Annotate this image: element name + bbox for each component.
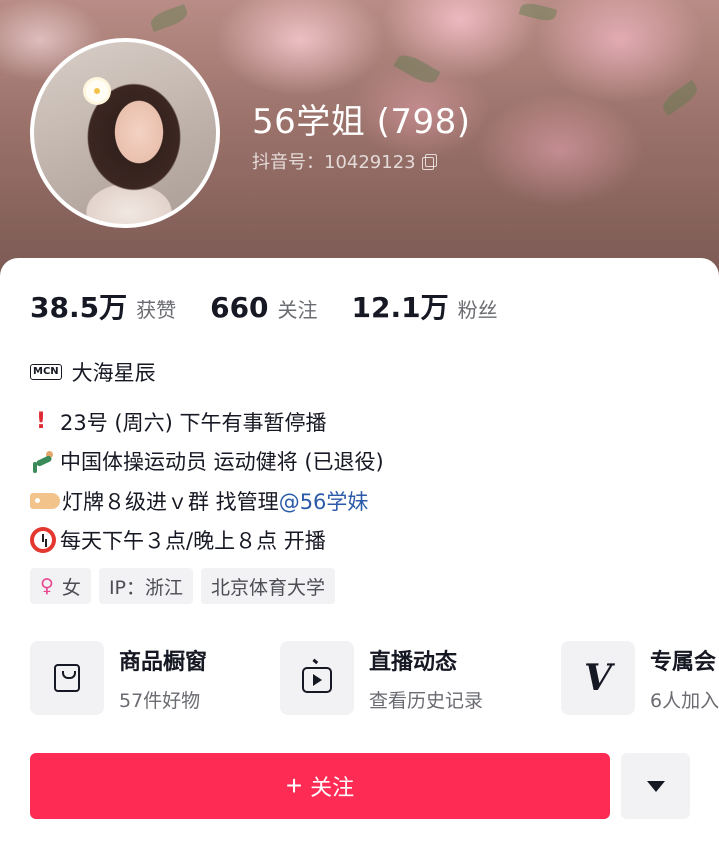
feature-subtitle: 6人加入 xyxy=(650,689,719,712)
stat-likes[interactable]: 38.5万 获赞 xyxy=(30,286,176,326)
bio: ! 23号 (周六) 下午有事暂停播 中国体操运动员 运动健将 (已退役) 灯牌… xyxy=(30,402,384,560)
feature-live-history[interactable]: 直播动态 查看历史记录 xyxy=(280,641,483,715)
profile-tags: ♀ 女 IP：浙江 北京体育大学 xyxy=(30,568,336,604)
stats-row: 38.5万 获赞 660 关注 12.1万 粉丝 xyxy=(30,286,532,326)
douyin-id[interactable]: 抖音号：10429123 xyxy=(252,148,437,174)
female-icon: ♀ xyxy=(40,575,54,597)
bio-line: 每天下午３点/晚上８点 开播 xyxy=(30,521,384,561)
avatar[interactable] xyxy=(30,38,220,228)
mention-link[interactable]: @56学妹 xyxy=(279,486,369,516)
v-badge-icon: V xyxy=(584,657,612,699)
tv-icon xyxy=(302,667,332,693)
alarm-clock-icon xyxy=(30,527,56,554)
stat-label: 关注 xyxy=(277,298,318,322)
feature-title: 专属会 xyxy=(650,649,717,675)
flower-decoration-icon xyxy=(86,80,108,102)
bio-text: 中国体操运动员 运动健将 (已退役) xyxy=(60,450,384,475)
bio-line: 中国体操运动员 运动健将 (已退役) xyxy=(30,442,384,482)
shopping-bag-icon xyxy=(54,664,80,692)
stat-label: 获赞 xyxy=(136,298,177,322)
stat-followers[interactable]: 12.1万 粉丝 xyxy=(352,286,498,326)
bio-text: 灯牌８级进ｖ群 找管理 xyxy=(62,489,279,514)
bio-text: 每天下午３点/晚上８点 开播 xyxy=(60,529,326,554)
bio-text: 23号 (周六) 下午有事暂停播 xyxy=(60,410,327,435)
copy-icon[interactable] xyxy=(421,154,437,170)
gender-label: 女 xyxy=(61,576,81,599)
gymnast-icon xyxy=(30,448,56,474)
mcn-name: 大海星辰 xyxy=(71,361,156,385)
feature-fan-club[interactable]: V 专属会 6人加入 xyxy=(561,641,719,715)
stat-value: 660 xyxy=(210,291,269,324)
follow-button[interactable]: + 关注 xyxy=(30,753,610,819)
feature-subtitle: 57件好物 xyxy=(119,689,201,712)
mcn-row[interactable]: MCN 大海星辰 xyxy=(30,357,156,387)
gender-chip: ♀ 女 xyxy=(30,568,91,604)
bio-line: ! 23号 (周六) 下午有事暂停播 xyxy=(30,402,384,442)
douyin-id-text: 抖音号：10429123 xyxy=(252,152,416,173)
stat-value: 38.5万 xyxy=(30,291,128,324)
stat-label: 粉丝 xyxy=(457,298,498,322)
ip-chip: IP：浙江 xyxy=(98,568,193,604)
stat-following[interactable]: 660 关注 xyxy=(210,291,317,324)
feature-entries: 商品橱窗 57件好物 直播动态 查看历史记录 V 专属会 6人加入 xyxy=(30,641,719,721)
caret-down-icon xyxy=(646,780,665,792)
stat-value: 12.1万 xyxy=(351,291,449,324)
exclamation-icon: ! xyxy=(36,409,47,435)
mcn-icon: MCN xyxy=(30,364,62,380)
feature-title: 商品橱窗 xyxy=(119,649,208,675)
more-options-button[interactable] xyxy=(621,753,690,819)
feature-shop-window[interactable]: 商品橱窗 57件好物 xyxy=(30,641,207,715)
bio-line: 灯牌８级进ｖ群 找管理 @56学妹 xyxy=(30,481,384,521)
feature-subtitle: 查看历史记录 xyxy=(369,689,484,712)
tag-icon xyxy=(30,492,60,509)
profile-name: 56学姐 (798) xyxy=(252,102,471,142)
plus-icon: + xyxy=(285,770,303,801)
follow-label: 关注 xyxy=(310,775,355,800)
feature-title: 直播动态 xyxy=(369,649,458,675)
school-chip[interactable]: 北京体育大学 xyxy=(201,568,336,604)
